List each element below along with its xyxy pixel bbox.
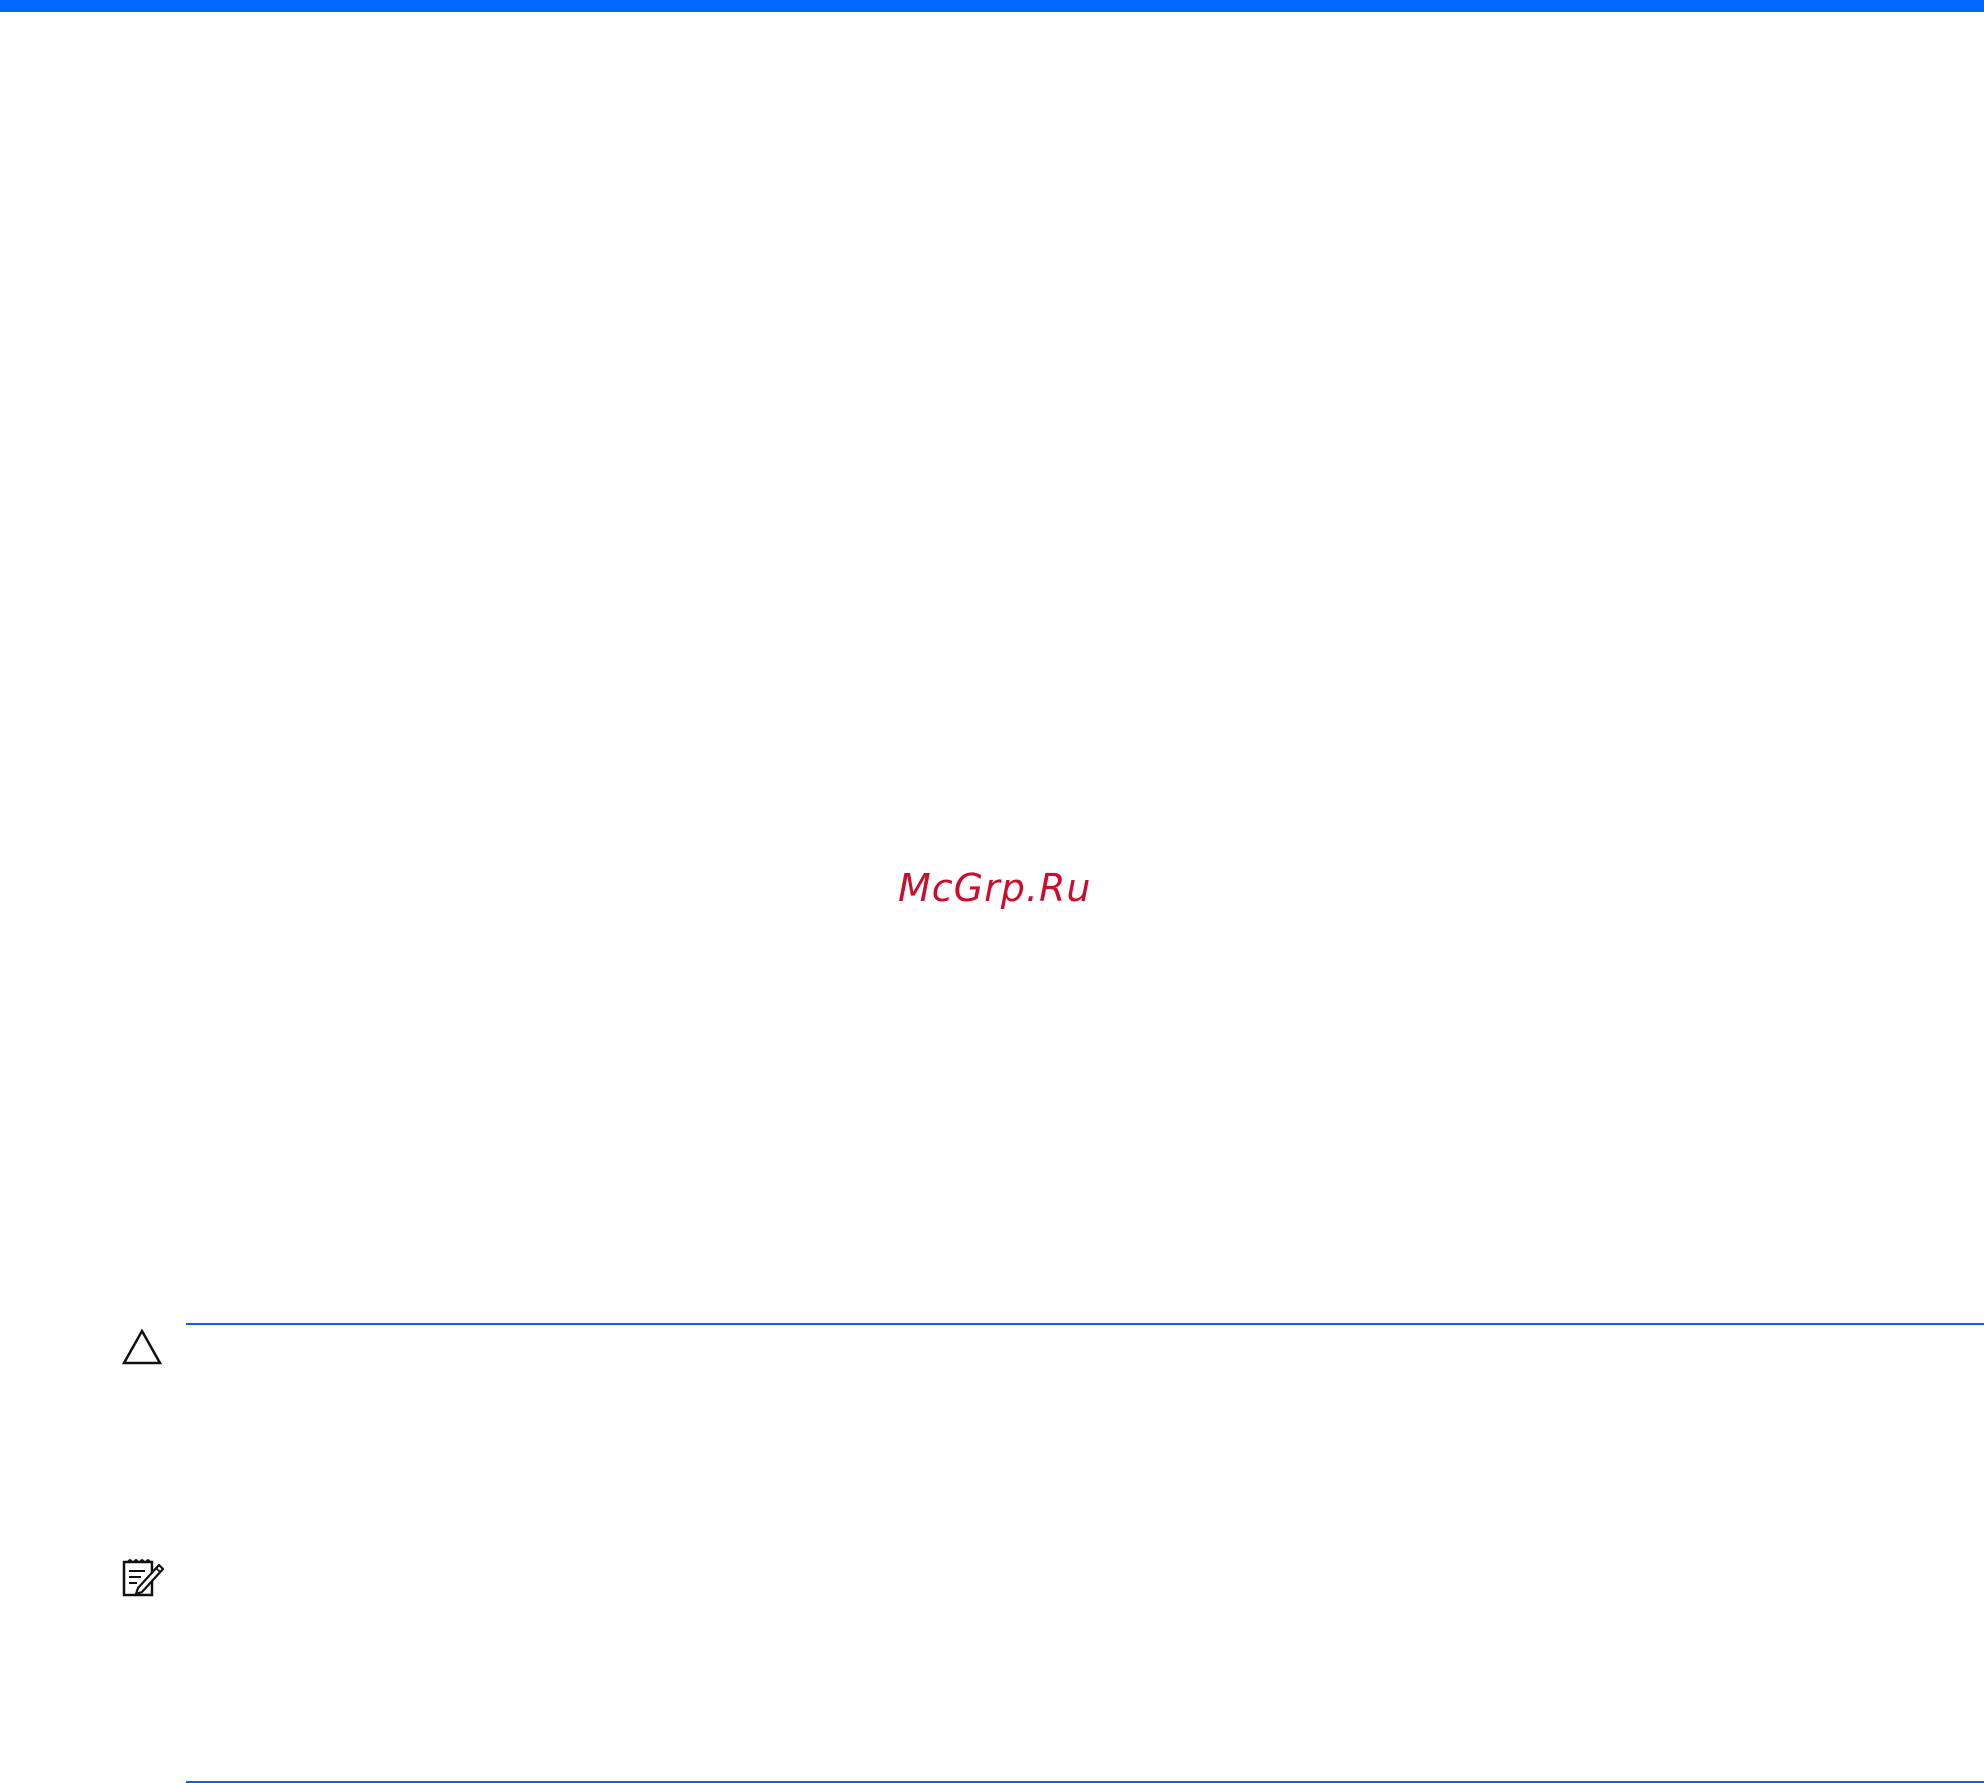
note-icon bbox=[121, 1556, 165, 1598]
watermark: McGrp.Ru bbox=[898, 866, 1092, 910]
top-accent-bar bbox=[0, 0, 1984, 12]
notice-top-rule bbox=[186, 1323, 1984, 1325]
caution-icon bbox=[121, 1328, 163, 1366]
